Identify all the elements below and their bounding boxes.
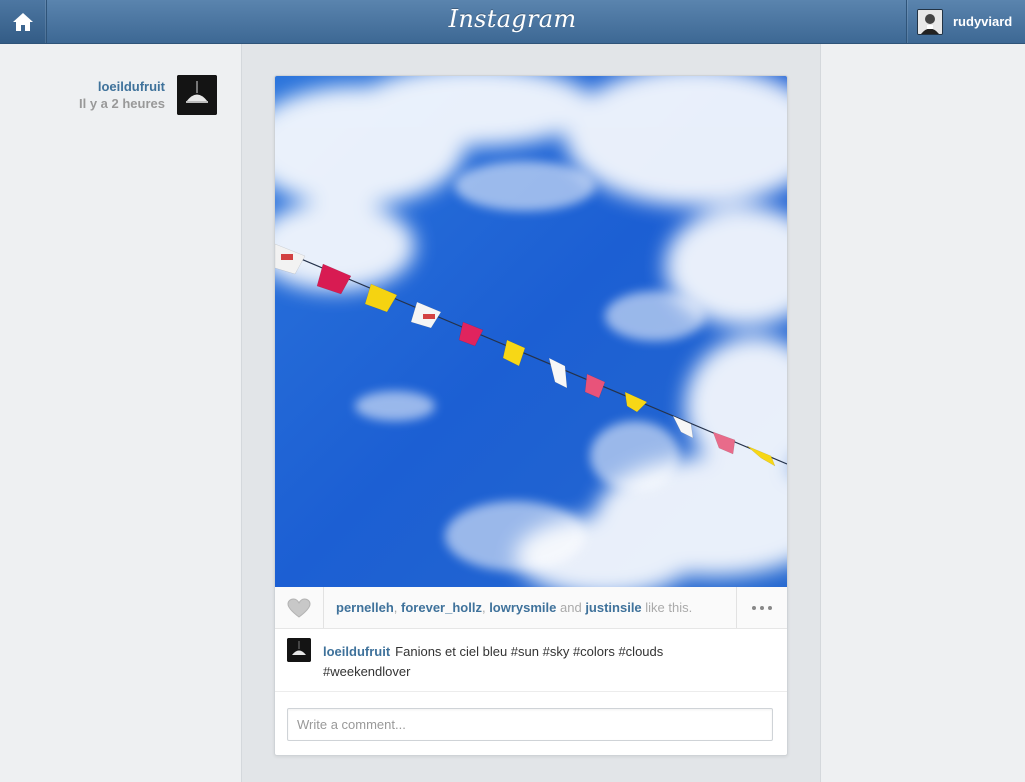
likes-bar: pernelleh, forever_hollz, lowrysmile and… [275, 587, 787, 629]
liker-link[interactable]: lowrysmile [489, 600, 556, 615]
liker-link[interactable]: justinsile [585, 600, 641, 615]
likes-separator: , [393, 600, 402, 615]
profile-button[interactable]: rudyviard [906, 0, 1025, 43]
post-photo[interactable] [275, 76, 787, 596]
like-button[interactable] [275, 587, 324, 628]
heart-icon [287, 597, 311, 618]
caption-text-block: loeildufruit Fanions et ciel bleu #sun #s… [323, 642, 753, 682]
caption-author-avatar[interactable] [287, 638, 311, 662]
liker-link[interactable]: pernelleh [336, 600, 394, 615]
likes-suffix: like this. [641, 600, 693, 615]
post-author-avatar[interactable] [177, 75, 217, 115]
more-options-button[interactable] [736, 587, 787, 628]
comment-area [287, 708, 773, 741]
caption-block: loeildufruit Fanions et ciel bleu #sun #s… [275, 629, 787, 692]
current-username: rudyviard [953, 14, 1013, 29]
post-meta: loeildufruit Il y a 2 heures [79, 79, 165, 111]
likes-and: and [556, 600, 586, 615]
liker-link[interactable]: forever_hollz [401, 600, 482, 615]
ellipsis-icon [750, 605, 774, 610]
likes-summary: pernelleh, forever_hollz, lowrysmile and… [336, 600, 692, 615]
caption-author-link[interactable]: loeildufruit [323, 644, 390, 659]
post-author-link[interactable]: loeildufruit [79, 79, 165, 94]
current-user-avatar [917, 8, 943, 35]
post-timestamp[interactable]: Il y a 2 heures [79, 96, 165, 111]
instagram-logo[interactable]: Instagram [0, 5, 1025, 33]
comment-input[interactable] [287, 708, 773, 741]
post-card: pernelleh, forever_hollz, lowrysmile and… [274, 75, 788, 756]
top-nav-bar: Instagram rudyviard [0, 0, 1025, 44]
